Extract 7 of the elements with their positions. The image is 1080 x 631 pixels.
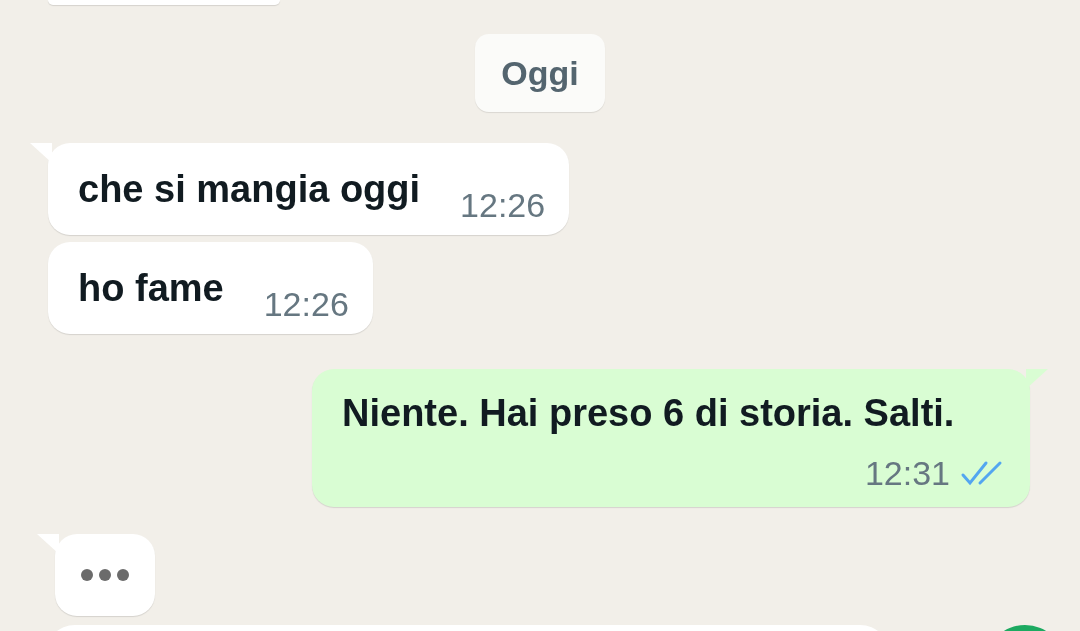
message-time: 12:31 bbox=[864, 453, 950, 493]
message-time: 12:26 bbox=[460, 185, 546, 225]
message-text: che si mangia oggi bbox=[78, 167, 421, 212]
message-text: ho fame bbox=[78, 266, 224, 311]
date-chip: Oggi bbox=[475, 34, 605, 112]
message-text: Niente. Hai preso 6 di storia. Salti. bbox=[342, 391, 955, 436]
message-time: 12:26 bbox=[263, 284, 349, 324]
